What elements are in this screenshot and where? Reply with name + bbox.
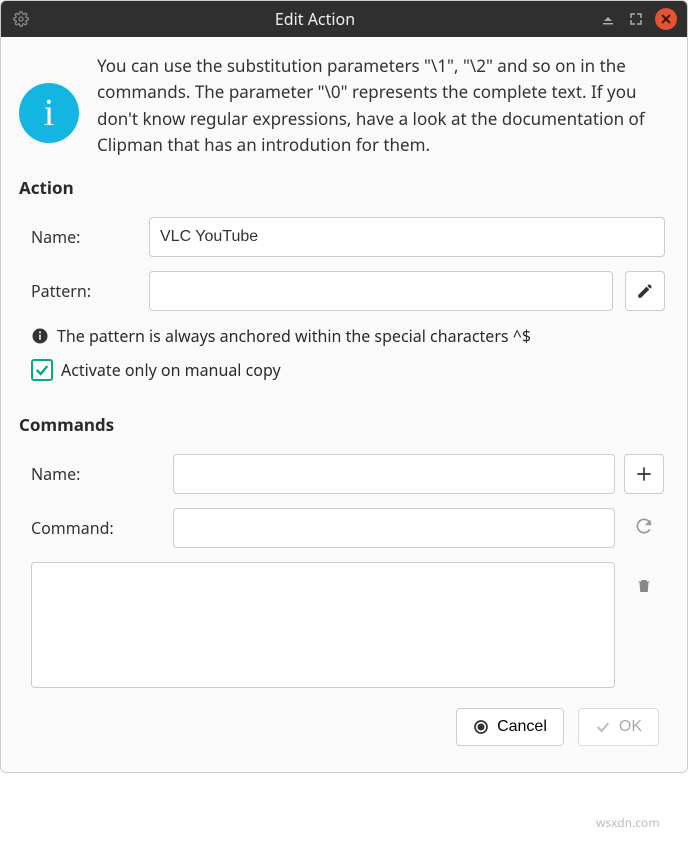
check-icon xyxy=(34,362,50,378)
watermark-text: wsxdn.com xyxy=(596,814,660,831)
command-name-input[interactable] xyxy=(173,454,615,494)
dialog-footer: Cancel OK xyxy=(19,694,669,752)
dialog-window: Edit Action i You can use the substituti… xyxy=(0,0,688,773)
ok-button[interactable]: OK xyxy=(578,708,659,746)
action-name-input[interactable] xyxy=(149,217,665,257)
refresh-command-button[interactable] xyxy=(624,506,664,546)
cancel-button[interactable]: Cancel xyxy=(456,708,564,746)
action-heading: Action xyxy=(19,176,669,199)
command-value-input[interactable] xyxy=(173,508,615,548)
titlebar: Edit Action xyxy=(1,1,687,37)
action-pattern-label: Pattern: xyxy=(31,280,137,302)
window-controls xyxy=(599,8,677,30)
pattern-hint-text: The pattern is always anchored within th… xyxy=(57,325,531,347)
command-name-label: Name: xyxy=(31,463,161,485)
ok-check-icon xyxy=(595,719,611,735)
info-banner: i You can use the substitution parameter… xyxy=(19,53,669,158)
cancel-icon xyxy=(473,719,489,735)
command-value-row: Command: xyxy=(31,508,615,548)
commands-form: Name: Command: xyxy=(19,448,669,694)
info-icon: i xyxy=(19,83,79,143)
action-pattern-row: Pattern: xyxy=(31,271,665,311)
cancel-label: Cancel xyxy=(497,718,547,736)
info-text: You can use the substitution parameters … xyxy=(97,53,669,158)
window-title: Edit Action xyxy=(31,8,599,30)
gear-icon[interactable] xyxy=(11,11,31,27)
ok-label: OK xyxy=(619,718,642,736)
close-icon[interactable] xyxy=(655,8,677,30)
commands-heading: Commands xyxy=(19,413,669,436)
add-command-button[interactable] xyxy=(624,454,664,494)
commands-list[interactable] xyxy=(31,562,615,688)
action-name-row: Name: xyxy=(31,217,665,257)
manual-copy-label: Activate only on manual copy xyxy=(61,359,281,381)
info-small-icon xyxy=(31,327,49,345)
action-pattern-input[interactable] xyxy=(149,271,613,311)
plus-icon xyxy=(634,464,654,484)
manual-copy-checkbox[interactable] xyxy=(31,359,53,381)
rollup-icon[interactable] xyxy=(599,10,617,28)
dialog-content: i You can use the substitution parameter… xyxy=(1,37,687,772)
edit-pattern-button[interactable] xyxy=(625,271,665,311)
delete-command-button[interactable] xyxy=(624,566,664,606)
pencil-icon xyxy=(636,282,654,300)
command-value-label: Command: xyxy=(31,517,161,539)
command-name-row: Name: xyxy=(31,454,615,494)
maximize-icon[interactable] xyxy=(627,10,645,28)
pattern-hint: The pattern is always anchored within th… xyxy=(31,325,665,347)
trash-icon xyxy=(635,577,653,595)
action-name-label: Name: xyxy=(31,226,137,248)
action-form: Name: Pattern: The pattern is always anc… xyxy=(19,211,669,403)
manual-copy-checkbox-row[interactable]: Activate only on manual copy xyxy=(31,359,665,381)
refresh-icon xyxy=(634,516,654,536)
